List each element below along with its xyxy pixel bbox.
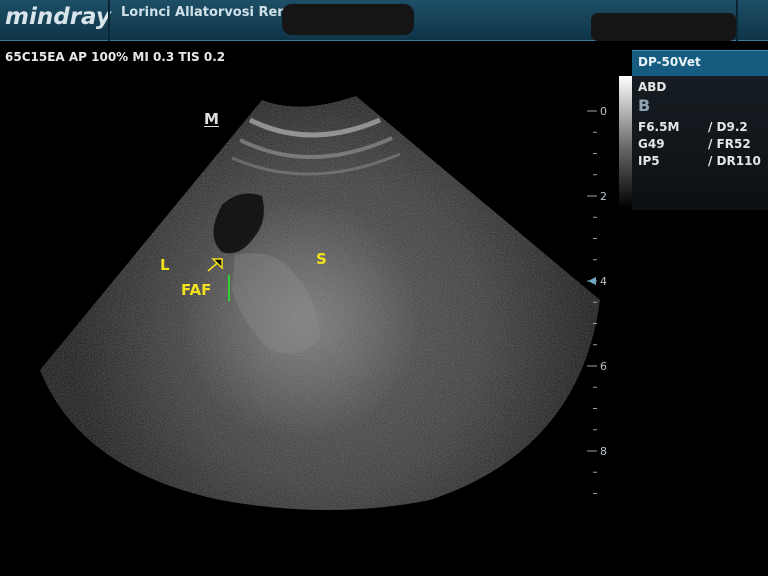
param-left: IP5 bbox=[638, 154, 660, 168]
depth-tick-label: 4 bbox=[600, 275, 607, 288]
depth-tick-label: 8 bbox=[600, 445, 607, 458]
depth-tick-label: 2 bbox=[600, 190, 607, 203]
param-left: F6.5M bbox=[638, 120, 680, 134]
param-left: G49 bbox=[638, 137, 665, 151]
depth-tick-label: 0 bbox=[600, 105, 607, 118]
orientation-marker: M bbox=[204, 110, 219, 128]
imaging-info-panel: ABD B F6.5M / D9.2 G49 / FR52 IP5 / DR11… bbox=[632, 76, 768, 210]
probe-tab[interactable]: DP-50Vet bbox=[632, 50, 768, 76]
param-right: / D9.2 bbox=[708, 120, 748, 134]
depth-tick-label: 6 bbox=[600, 360, 607, 373]
exam-type: ABD bbox=[638, 80, 667, 94]
param-row: G49 / FR52 bbox=[638, 137, 751, 151]
faf-label: FAF bbox=[181, 281, 212, 299]
focus-marker-icon bbox=[588, 277, 596, 285]
liver-label: L bbox=[160, 256, 170, 274]
grayscale-map-bar bbox=[619, 76, 632, 208]
depth-scale: 0 2 4 6 8 bbox=[587, 105, 607, 494]
param-right: / FR52 bbox=[708, 137, 751, 151]
imaging-mode: B bbox=[638, 96, 651, 115]
param-right: / DR110 bbox=[708, 154, 761, 168]
param-row: IP5 / DR110 bbox=[638, 154, 761, 168]
spleen-label: S bbox=[316, 250, 327, 268]
probe-name: DP-50Vet bbox=[638, 55, 701, 69]
param-row: F6.5M / D9.2 bbox=[638, 120, 748, 134]
